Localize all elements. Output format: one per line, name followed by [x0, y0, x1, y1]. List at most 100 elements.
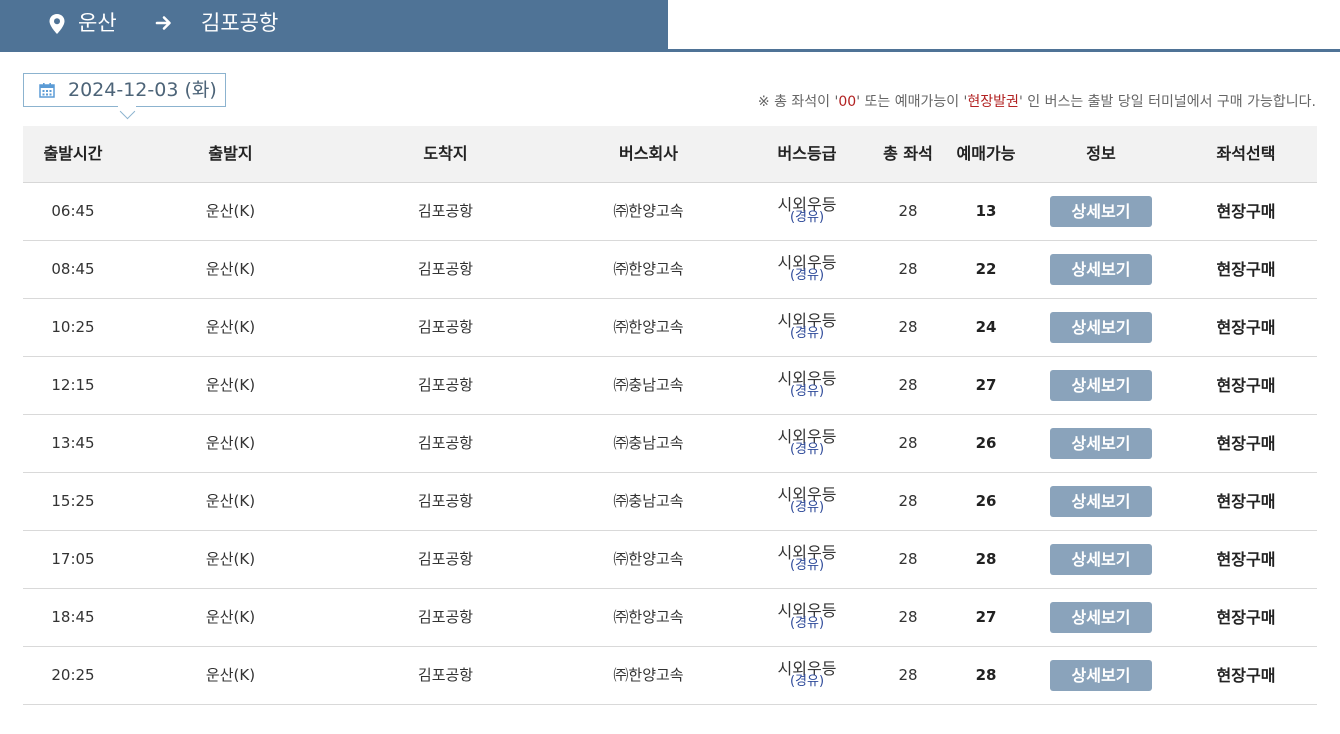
seat-selection-status: 현장구매 — [1216, 434, 1276, 453]
bus-grade-route-type: (경유) — [789, 500, 825, 515]
table-row: 18:45 운산(K) 김포공항 ㈜한양고속 시외우등 (경유) 28 27 상… — [23, 589, 1317, 647]
route-header-underline — [668, 49, 1340, 52]
detail-view-button[interactable]: 상세보기 — [1050, 428, 1152, 459]
bus-grade-route-type: (경유) — [789, 442, 825, 457]
seat-selection-status: 현장구매 — [1216, 318, 1276, 337]
notice-highlight-seats: 00 — [838, 94, 857, 110]
route-header: 운산 김포공항 — [0, 0, 668, 52]
origin: 운산(K) — [205, 202, 256, 220]
destination: 김포공항 — [417, 260, 474, 278]
total-seats: 28 — [898, 260, 918, 278]
origin: 운산(K) — [205, 260, 256, 278]
info-cell: 상세보기 — [1023, 415, 1179, 472]
header-bus-grade: 버스등급 — [777, 144, 837, 163]
bus-grade: 시외우등 (경유) — [751, 183, 863, 240]
total-seats: 28 — [898, 666, 918, 684]
notice-highlight-onsite: 현장발권 — [967, 94, 1019, 110]
destination: 김포공항 — [417, 492, 474, 510]
bus-grade: 시외우등 (경유) — [751, 299, 863, 356]
destination: 김포공항 — [417, 608, 474, 626]
bus-company: ㈜한양고속 — [613, 666, 684, 684]
bus-grade: 시외우등 (경유) — [751, 357, 863, 414]
detail-view-button[interactable]: 상세보기 — [1050, 370, 1152, 401]
info-cell: 상세보기 — [1023, 647, 1179, 704]
bus-grade: 시외우등 (경유) — [751, 531, 863, 588]
table-body: 06:45 운산(K) 김포공항 ㈜한양고속 시외우등 (경유) 28 13 상… — [23, 183, 1317, 705]
table-row: 10:25 운산(K) 김포공항 ㈜한양고속 시외우등 (경유) 28 24 상… — [23, 299, 1317, 357]
date-selector[interactable]: 2024-12-03 (화) — [23, 73, 226, 107]
detail-view-button[interactable]: 상세보기 — [1050, 602, 1152, 633]
seat-selection-status: 현장구매 — [1216, 608, 1276, 627]
detail-view-button[interactable]: 상세보기 — [1050, 544, 1152, 575]
bus-company: ㈜충남고속 — [613, 434, 684, 452]
total-seats: 28 — [898, 434, 918, 452]
available-seats: 27 — [975, 376, 997, 394]
date-label: 2024-12-03 (화) — [68, 79, 217, 101]
header-info: 정보 — [1086, 144, 1116, 163]
bus-grade: 시외우등 (경유) — [751, 647, 863, 704]
info-cell: 상세보기 — [1023, 183, 1179, 240]
bus-grade-route-type: (경유) — [789, 616, 825, 631]
bus-grade: 시외우등 (경유) — [751, 415, 863, 472]
total-seats: 28 — [898, 608, 918, 626]
arrow-right-icon — [155, 16, 171, 30]
departure-time: 20:25 — [51, 666, 95, 684]
bus-grade-route-type: (경유) — [789, 674, 825, 689]
bus-company: ㈜한양고속 — [613, 318, 684, 336]
bus-company: ㈜충남고속 — [613, 376, 684, 394]
location-pin-icon — [49, 14, 65, 34]
total-seats: 28 — [898, 376, 918, 394]
header-destination: 도착지 — [423, 144, 468, 163]
origin: 운산(K) — [205, 434, 256, 452]
bus-grade-route-type: (경유) — [789, 558, 825, 573]
detail-view-button[interactable]: 상세보기 — [1050, 196, 1152, 227]
available-seats: 24 — [975, 318, 997, 336]
purchase-notice: ※ 총 좌석이 '00' 또는 예매가능이 '현장발권' 인 버스는 출발 당일… — [757, 94, 1316, 110]
available-seats: 26 — [975, 492, 997, 510]
header-origin: 출발지 — [208, 144, 253, 163]
info-cell: 상세보기 — [1023, 589, 1179, 646]
info-cell: 상세보기 — [1023, 299, 1179, 356]
detail-view-button[interactable]: 상세보기 — [1050, 312, 1152, 343]
info-cell: 상세보기 — [1023, 241, 1179, 298]
table-row: 12:15 운산(K) 김포공항 ㈜충남고속 시외우등 (경유) 28 27 상… — [23, 357, 1317, 415]
departure-time: 17:05 — [51, 550, 95, 568]
bus-grade: 시외우등 (경유) — [751, 473, 863, 530]
detail-view-button[interactable]: 상세보기 — [1050, 660, 1152, 691]
available-seats: 27 — [975, 608, 997, 626]
available-seats: 28 — [975, 666, 997, 684]
total-seats: 28 — [898, 492, 918, 510]
available-seats: 28 — [975, 550, 997, 568]
bus-company: ㈜한양고속 — [613, 550, 684, 568]
total-seats: 28 — [898, 202, 918, 220]
bus-grade-route-type: (경유) — [789, 210, 825, 225]
table-row: 20:25 운산(K) 김포공항 ㈜한양고속 시외우등 (경유) 28 28 상… — [23, 647, 1317, 705]
destination: 김포공항 — [417, 318, 474, 336]
seat-selection-status: 현장구매 — [1216, 260, 1276, 279]
destination: 김포공항 — [417, 550, 474, 568]
bus-grade-route-type: (경유) — [789, 384, 825, 399]
destination: 김포공항 — [417, 434, 474, 452]
departure-time: 15:25 — [51, 492, 95, 510]
detail-view-button[interactable]: 상세보기 — [1050, 254, 1152, 285]
seat-selection-status: 현장구매 — [1216, 492, 1276, 511]
bus-company: ㈜충남고속 — [613, 492, 684, 510]
header-departure-time: 출발시간 — [43, 144, 103, 163]
seat-selection-status: 현장구매 — [1216, 550, 1276, 569]
bus-grade-route-type: (경유) — [789, 326, 825, 341]
departure-time: 06:45 — [51, 202, 95, 220]
route-destination: 김포공항 — [201, 11, 279, 35]
total-seats: 28 — [898, 550, 918, 568]
info-cell: 상세보기 — [1023, 473, 1179, 530]
departure-time: 13:45 — [51, 434, 95, 452]
detail-view-button[interactable]: 상세보기 — [1050, 486, 1152, 517]
bus-grade: 시외우등 (경유) — [751, 589, 863, 646]
header-bus-company: 버스회사 — [619, 144, 678, 163]
seat-selection-status: 현장구매 — [1216, 666, 1276, 685]
bus-company: ㈜한양고속 — [613, 260, 684, 278]
origin: 운산(K) — [205, 666, 256, 684]
table-row: 06:45 운산(K) 김포공항 ㈜한양고속 시외우등 (경유) 28 13 상… — [23, 183, 1317, 241]
available-seats: 13 — [975, 202, 997, 220]
available-seats: 26 — [975, 434, 997, 452]
bus-grade-route-type: (경유) — [789, 268, 825, 283]
